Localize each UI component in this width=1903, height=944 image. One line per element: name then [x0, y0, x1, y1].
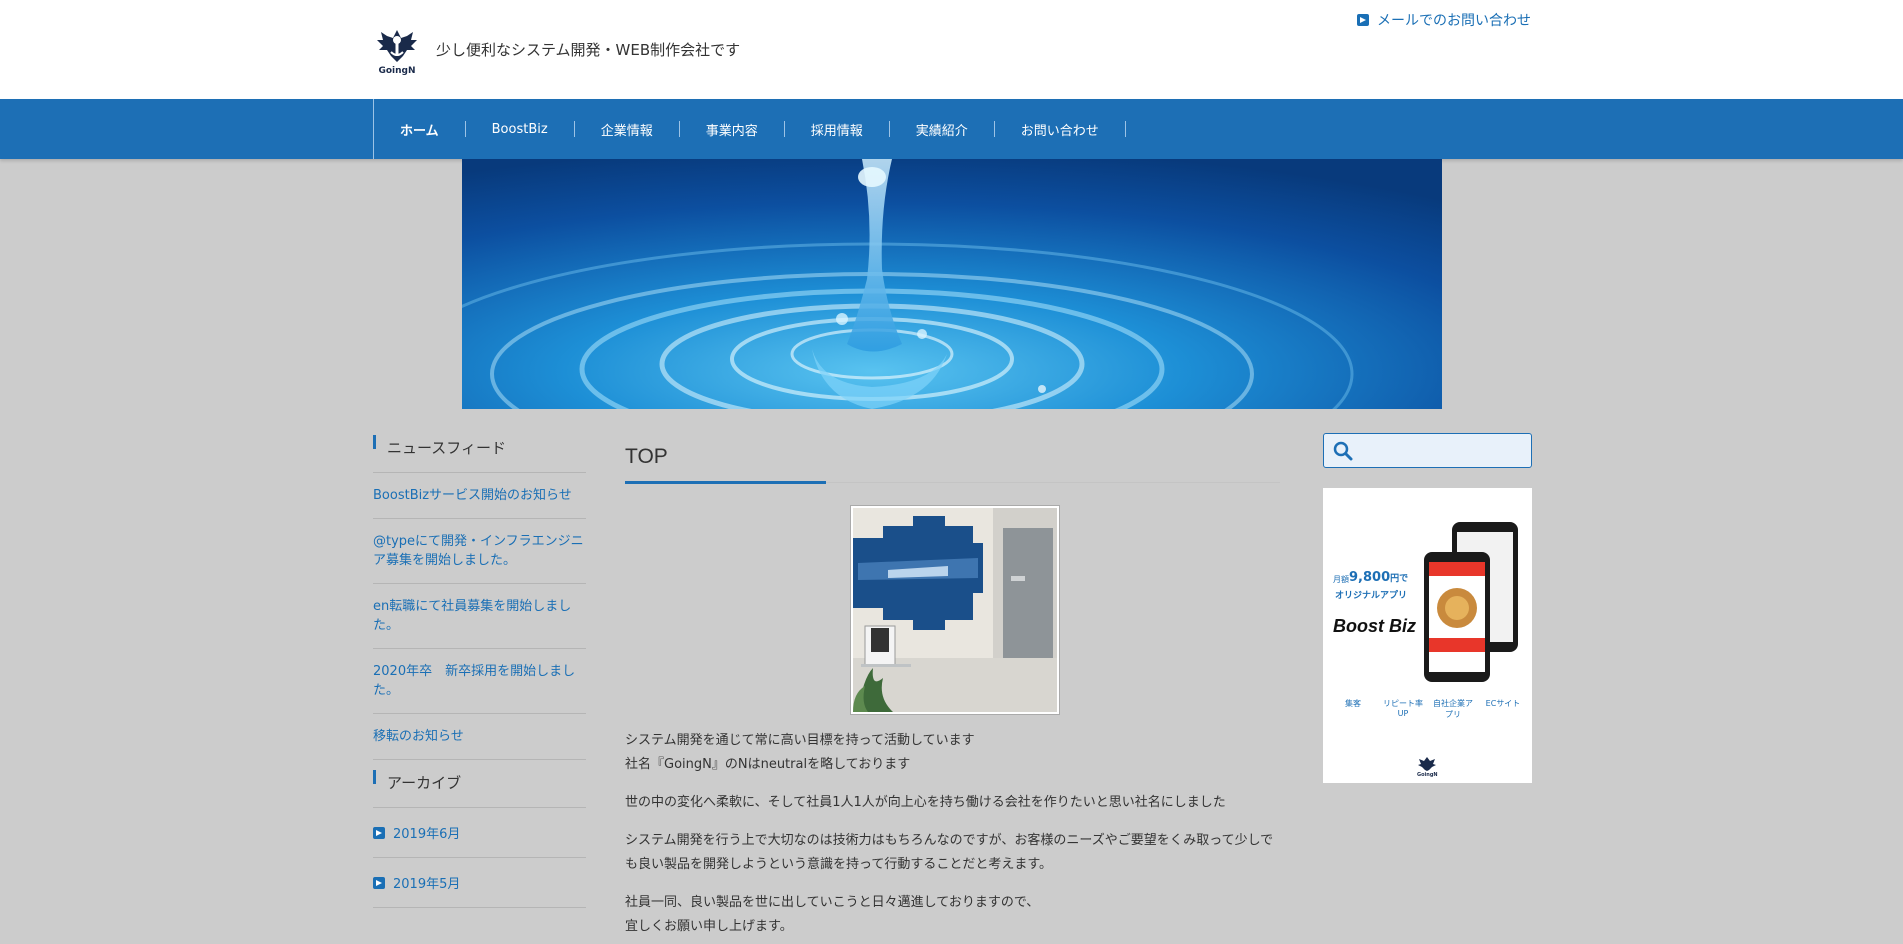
- page-title: TOP: [625, 433, 1280, 484]
- office-photo-illustration: [853, 508, 1057, 712]
- closing-paragraph: 社員一同、良い製品を世に出していこうと日々邁進しておりますので、 宜しくお願い申…: [625, 891, 1280, 939]
- nav-item-boostbiz[interactable]: BoostBiz: [466, 121, 575, 137]
- news-item[interactable]: en転職にて社員募集を開始しました。: [373, 584, 586, 649]
- archive-item[interactable]: 2019年5月: [373, 858, 586, 908]
- site-header: GoingN 少し便利なシステム開発・WEB制作会社です メールでのお問い合わせ: [0, 0, 1903, 99]
- nav-item-business[interactable]: 事業内容: [680, 121, 785, 139]
- body-paragraph: システム開発を行う上で大切なのは技術力はもちろんなのですが、お客様のニーズやご要…: [625, 833, 1274, 872]
- nav-list: ホーム BoostBiz 企業情報 事業内容 採用情報 実績紹介 お問い合わせ: [373, 99, 1126, 159]
- ad-price-unit: 円で: [1390, 574, 1409, 584]
- nav-item-company[interactable]: 企業情報: [575, 121, 680, 139]
- left-sidebar: ニュースフィード BoostBizサービス開始のお知らせ @typeにて開発・イ…: [373, 433, 586, 908]
- arrow-right-icon: [373, 826, 385, 839]
- goingn-small-logo-icon: [1418, 757, 1436, 771]
- ad-feature: ECサイト: [1485, 699, 1521, 708]
- header-inner: GoingN 少し便利なシステム開発・WEB制作会社です メールでのお問い合わせ: [373, 0, 1531, 99]
- closing-line-1: 社員一同、良い製品を世に出していこうと日々邁進しておりますので、: [625, 895, 1040, 910]
- archive-item-label: 2019年5月: [393, 877, 461, 892]
- contact-mail-label: メールでのお問い合わせ: [1377, 13, 1531, 29]
- news-item[interactable]: BoostBizサービス開始のお知らせ: [373, 473, 586, 519]
- ad-price: 9,800円で: [1349, 570, 1408, 585]
- archive-heading: アーカイブ: [373, 768, 586, 808]
- company-logo[interactable]: GoingN: [373, 26, 421, 76]
- ad-features: 集客 リピート率UP 自社企業アプリ ECサイト: [1333, 698, 1523, 720]
- arrow-right-icon: [373, 876, 385, 889]
- nav-item-home[interactable]: ホーム: [374, 121, 466, 139]
- news-item[interactable]: @typeにて開発・インフラエンジニア募集を開始しました。: [373, 519, 586, 584]
- hero-water-drop-image: [462, 159, 1442, 409]
- arrow-right-icon: [1357, 14, 1369, 26]
- nav-item-works[interactable]: 実績紹介: [890, 121, 995, 139]
- intro-line-1: システム開発を通じて常に高い目標を持って活動しています: [625, 733, 975, 748]
- nav-item-recruit[interactable]: 採用情報: [785, 121, 890, 139]
- closing-line-2: 宜しくお願い申し上げます。: [625, 919, 793, 934]
- logo-emblem-icon: [377, 30, 417, 62]
- archive-item[interactable]: 2019年6月: [373, 808, 586, 858]
- archive-item-label: 2019年6月: [393, 827, 461, 842]
- ad-logo-text: GoingN: [1417, 772, 1438, 778]
- news-feed-heading: ニュースフィード: [373, 433, 586, 473]
- logo-wordmark: GoingN: [378, 66, 416, 76]
- ad-feature: リピート率UP: [1383, 699, 1423, 718]
- right-sidebar: 月額 9,800円で オリジナルアプリ Boost Biz 集客 リピート率UP…: [1323, 433, 1532, 783]
- intro-line-2: 社名『GoingN』のNはneutralを略しております: [625, 757, 911, 772]
- ad-feature: 集客: [1345, 699, 1361, 708]
- search-box: [1323, 433, 1532, 468]
- water-drop-illustration: [462, 159, 1442, 409]
- ad-price-value: 9,800: [1349, 570, 1391, 585]
- ad-brand: Boost Biz: [1333, 616, 1416, 636]
- ad-feature: 自社企業アプリ: [1433, 699, 1473, 719]
- body-paragraph: 世の中の変化へ柔軟に、そして社員1人1人が向上心を持ち働ける会社を作りたいと思い…: [625, 795, 1226, 810]
- intro-paragraph: システム開発を通じて常に高い目標を持って活動しています 社名『GoingN』のN…: [625, 729, 1280, 777]
- nav-item-contact[interactable]: お問い合わせ: [995, 121, 1126, 139]
- site-tagline: 少し便利なシステム開発・WEB制作会社です: [436, 41, 741, 59]
- global-nav: ホーム BoostBiz 企業情報 事業内容 採用情報 実績紹介 お問い合わせ: [0, 99, 1903, 159]
- ad-price-caption: オリジナルアプリ: [1335, 591, 1408, 601]
- news-item[interactable]: 移転のお知らせ: [373, 714, 586, 760]
- news-item[interactable]: 2020年卒 新卒採用を開始しました。: [373, 649, 586, 714]
- search-icon[interactable]: [1333, 441, 1353, 461]
- boostbiz-ad-banner[interactable]: 月額 9,800円で オリジナルアプリ Boost Biz 集客 リピート率UP…: [1323, 488, 1532, 783]
- ad-price-prefix: 月額: [1333, 575, 1349, 584]
- office-entrance-photo: [850, 505, 1060, 715]
- main-content: TOP システム開発を通じて常に高い目標を持って活動しています 社名『Going…: [625, 433, 1280, 939]
- search-input[interactable]: [1358, 438, 1523, 463]
- contact-mail-link[interactable]: メールでのお問い合わせ: [1357, 10, 1531, 30]
